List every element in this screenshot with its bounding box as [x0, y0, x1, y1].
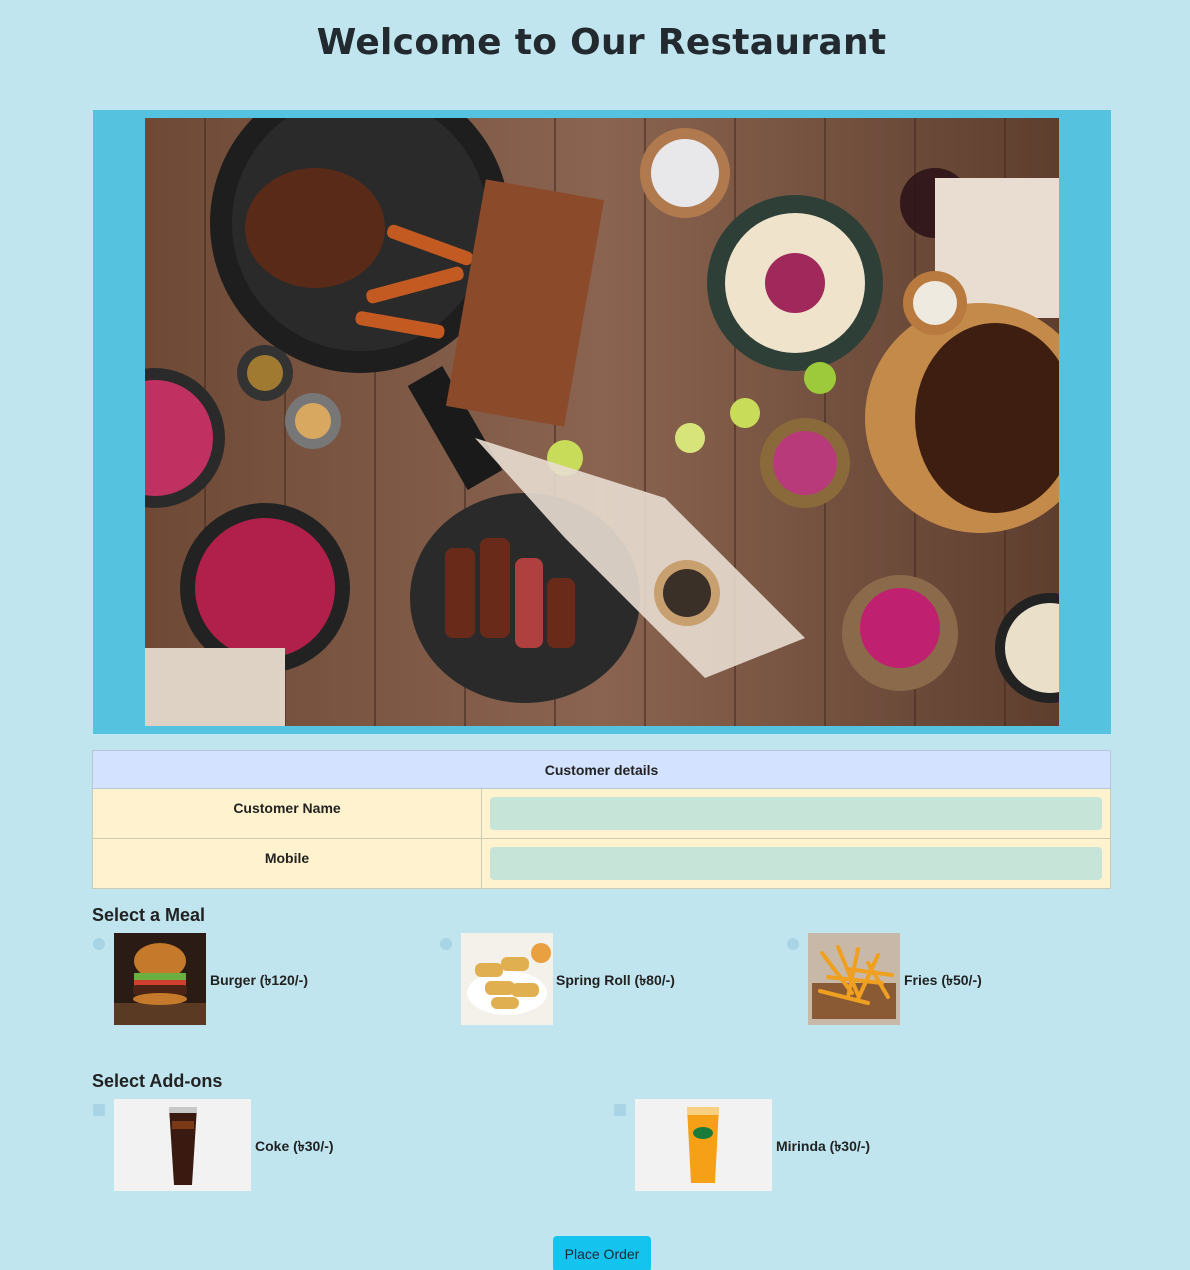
select-meal-heading: Select a Meal	[92, 905, 206, 925]
customer-name-label: Customer Name	[92, 788, 482, 839]
mirinda-checkbox[interactable]	[614, 1104, 626, 1116]
select-addons-heading: Select Add-ons	[92, 1071, 223, 1091]
hero-food-image	[145, 118, 1059, 726]
hero-banner	[93, 110, 1111, 734]
addon-option-mirinda[interactable]: Mirinda (৳30/-)	[614, 1099, 904, 1191]
spring-roll-image	[461, 933, 553, 1025]
mobile-input[interactable]	[490, 847, 1102, 880]
coke-checkbox[interactable]	[93, 1104, 105, 1116]
coke-label: Coke (৳30/-)	[255, 1138, 334, 1154]
customer-name-input[interactable]	[490, 797, 1102, 830]
spring-roll-radio[interactable]	[440, 938, 452, 950]
meal-option-spring-roll[interactable]: Spring Roll (৳80/-)	[440, 933, 700, 1025]
fries-label: Fries (৳50/-)	[904, 972, 982, 988]
burger-image	[114, 933, 206, 1025]
burger-label: Burger (৳120/-)	[210, 972, 308, 988]
mirinda-image	[635, 1099, 772, 1191]
mirinda-label: Mirinda (৳30/-)	[776, 1138, 871, 1154]
fries-image	[808, 933, 900, 1025]
addon-option-coke[interactable]: Coke (৳30/-)	[93, 1099, 363, 1191]
place-order-button[interactable]: Place Order	[553, 1236, 651, 1270]
meal-option-burger[interactable]: Burger (৳120/-)	[93, 933, 343, 1025]
mobile-label: Mobile	[92, 838, 482, 889]
customer-details-table: Customer details Customer Name Mobile	[92, 750, 1111, 889]
coke-image	[114, 1099, 251, 1191]
spring-roll-label: Spring Roll (৳80/-)	[556, 972, 675, 988]
meal-option-fries[interactable]: Fries (৳50/-)	[787, 933, 1007, 1025]
fries-radio[interactable]	[787, 938, 799, 950]
page-title: Welcome to Our Restaurant	[316, 22, 887, 63]
burger-radio[interactable]	[93, 938, 105, 950]
customer-details-header: Customer details	[92, 750, 1111, 789]
